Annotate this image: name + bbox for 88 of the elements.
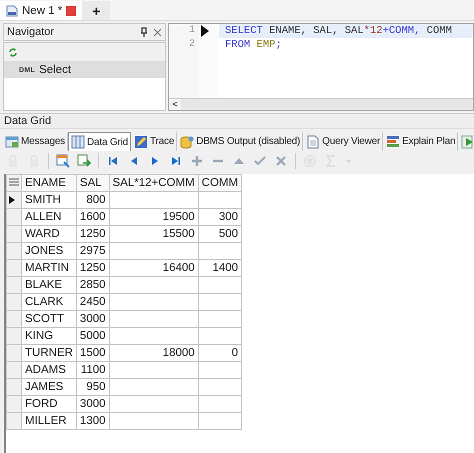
result-tab[interactable]: Trace <box>130 132 178 151</box>
table-cell: 19500 <box>109 208 198 226</box>
table-cell <box>198 396 242 412</box>
database-icon <box>180 134 194 148</box>
table-cell: 2450 <box>76 294 110 310</box>
table-cell: 3000 <box>76 396 110 412</box>
pencil-icon <box>134 134 148 148</box>
table-cell <box>198 362 242 378</box>
pin-icon[interactable] <box>140 27 148 37</box>
table-cell: JONES <box>22 242 76 260</box>
table-cell <box>198 192 242 208</box>
table-cell: 300 <box>198 208 242 226</box>
table-cell: 15500 <box>109 226 198 242</box>
table-cell: 500 <box>198 226 242 242</box>
current-row-icon <box>9 196 15 204</box>
panel-title: Navigator <box>7 26 56 38</box>
table-cell: 1300 <box>76 412 110 430</box>
table-cell: 2850 <box>76 276 110 294</box>
menu-icon[interactable] <box>9 178 19 186</box>
messages-icon <box>5 134 19 148</box>
close-icon[interactable] <box>153 28 162 36</box>
table-cell <box>198 242 242 260</box>
table-cell: 2975 <box>76 242 110 260</box>
new-tab-button[interactable]: + <box>82 1 110 20</box>
table-cell: WARD <box>22 226 76 242</box>
table-cell: 800 <box>76 192 110 208</box>
document-tab[interactable]: New 1 * <box>0 1 82 20</box>
result-tab[interactable]: DBMS Output (disabled) <box>177 132 304 151</box>
table-cell: SCOTT <box>22 310 76 328</box>
table-cell <box>198 378 242 396</box>
check-icon[interactable] <box>253 154 267 168</box>
result-tab[interactable]: Explain Plan <box>383 132 458 151</box>
table-cell <box>198 310 242 328</box>
table-cell: 1100 <box>76 362 110 378</box>
cross-icon[interactable] <box>274 154 288 168</box>
table-cell: KING <box>22 328 76 344</box>
table-cell <box>198 328 242 344</box>
table-cell: 18000 <box>109 344 198 362</box>
table-cell: 16400 <box>109 260 198 276</box>
table-cell: BLAKE <box>22 276 76 294</box>
panel-title: Data Grid <box>0 113 474 129</box>
table-cell: 3000 <box>76 310 110 328</box>
table-cell <box>198 276 242 294</box>
table-cell: 1250 <box>76 226 110 242</box>
table-cell: 950 <box>76 378 110 396</box>
table-cell: 1500 <box>76 344 110 362</box>
grid-icon <box>70 135 85 149</box>
last-record-icon[interactable] <box>169 154 183 168</box>
sql-file-icon <box>6 4 18 16</box>
result-tab[interactable]: Messages <box>2 132 68 151</box>
table-cell: CLARK <box>22 294 76 310</box>
close-icon[interactable] <box>66 6 76 16</box>
table-cell: 1600 <box>76 208 110 226</box>
refresh-icon[interactable] <box>8 46 18 58</box>
table-cell: 0 <box>198 344 242 362</box>
column-header[interactable]: ENAME <box>22 174 76 192</box>
result-tab[interactable]: Data Grid <box>68 132 131 151</box>
table-cell: MILLER <box>22 412 76 430</box>
table-cell: SMITH <box>22 192 76 208</box>
horizontal-scrollbar[interactable]: < <box>169 98 473 110</box>
table-cell: MARTIN <box>22 260 76 276</box>
export-icon[interactable] <box>77 154 91 168</box>
table-cell: TURNER <box>22 344 76 362</box>
table-cell <box>198 294 242 310</box>
data-grid[interactable] <box>6 174 242 430</box>
code-editor[interactable]: 1 2 SELECT ENAME, SAL, SAL*12+COMM, COMM FROM EMP; < <box>168 23 474 111</box>
table-cell: 1250 <box>76 260 110 276</box>
line-number: 2 <box>188 38 196 52</box>
scroll-left-button[interactable]: < <box>169 99 181 110</box>
column-header[interactable]: SAL <box>76 174 110 192</box>
column-header[interactable]: COMM <box>198 174 242 192</box>
page-icon <box>306 134 320 148</box>
result-tab[interactable]: Query Viewer <box>303 132 384 151</box>
item-label: Select <box>39 64 72 76</box>
grid-edit-icon[interactable] <box>56 154 70 168</box>
table-cell: JAMES <box>22 378 76 396</box>
column-header[interactable]: SAL*12+COMM <box>109 174 198 192</box>
table-cell: ALLEN <box>22 208 76 226</box>
line-number: 1 <box>188 24 196 38</box>
table-cell: FORD <box>22 396 76 412</box>
table-cell: ADAMS <box>22 362 76 378</box>
table-cell: 1400 <box>198 260 242 276</box>
table-cell: 5000 <box>76 328 110 344</box>
first-record-icon[interactable] <box>106 154 120 168</box>
plus-icon[interactable] <box>190 154 204 168</box>
plan-icon <box>386 134 400 148</box>
table-cell <box>198 412 242 430</box>
code-line: FROM EMP; <box>224 38 283 52</box>
